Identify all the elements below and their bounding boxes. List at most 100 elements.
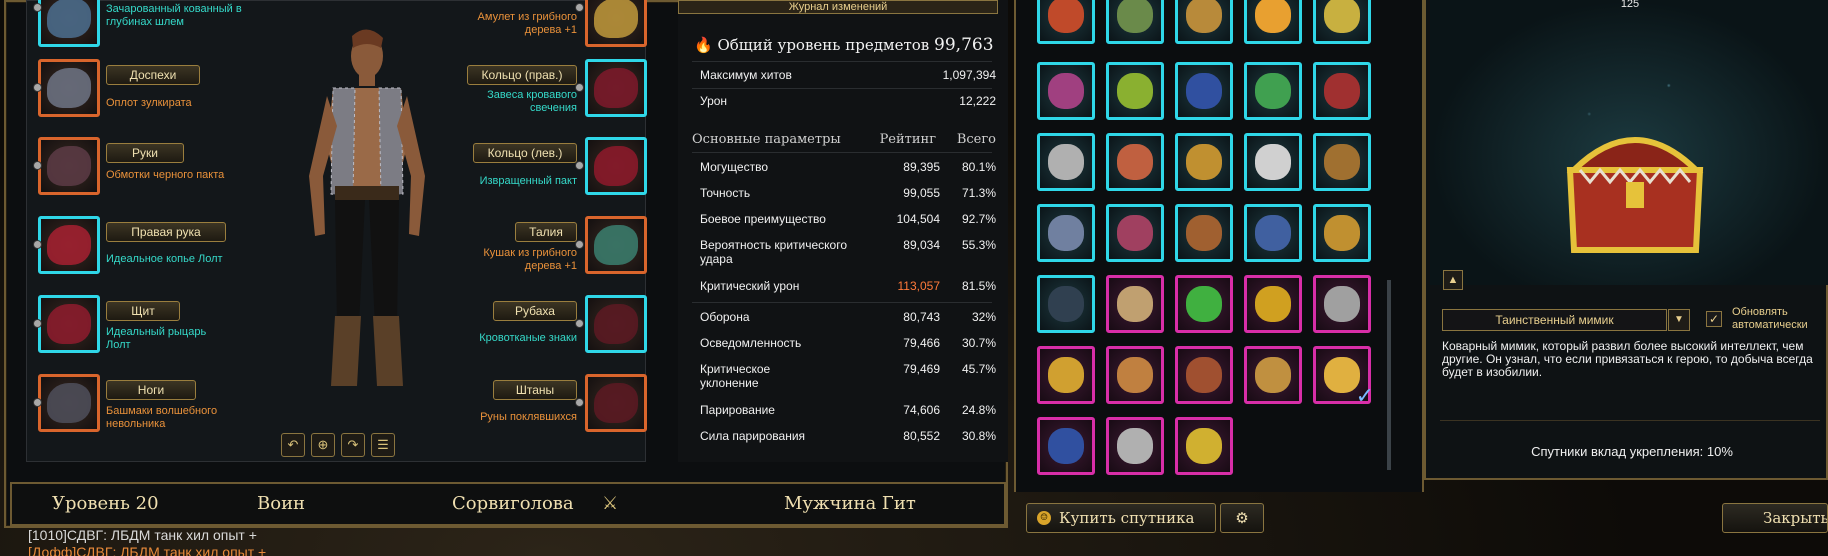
companion-slot[interactable]: [1037, 417, 1095, 475]
companion-slot[interactable]: [1313, 204, 1371, 262]
equip-slot-main-hand[interactable]: [38, 216, 100, 274]
item-name-waist: Кушак из грибного дерева +1: [483, 247, 577, 272]
companion-portrait: [1186, 73, 1222, 109]
companion-slot[interactable]: [1244, 62, 1302, 120]
companion-portrait: [1048, 144, 1084, 180]
zoom-button[interactable]: ⊕: [311, 433, 335, 457]
equip-slot-shirt[interactable]: [585, 295, 647, 353]
companion-scrollbar[interactable]: [1387, 280, 1391, 470]
equip-slot-waist[interactable]: [585, 216, 647, 274]
stat-row: Критический урон 113,057 81.5%: [700, 279, 996, 301]
upgrade-arrow-icon[interactable]: ▲: [1443, 270, 1463, 290]
companion-slot[interactable]: ✓: [1313, 346, 1374, 408]
companion-slot[interactable]: [1037, 204, 1095, 262]
chevron-down-icon[interactable]: ▼: [1668, 309, 1690, 331]
character-level: Уровень 20: [52, 493, 159, 514]
close-label: Закрыть: [1763, 509, 1828, 527]
companion-slot[interactable]: [1037, 346, 1095, 404]
companion-slot[interactable]: [1313, 62, 1371, 120]
companion-portrait: [1048, 428, 1084, 464]
equip-slot-head[interactable]: [38, 0, 100, 47]
companion-slot[interactable]: [1106, 204, 1164, 262]
stat-rating: 79,466: [903, 336, 940, 350]
rotate-left-button[interactable]: ↶: [281, 433, 305, 457]
item-name-hands: Обмотки черного пакта: [106, 169, 225, 181]
companion-portrait: [1324, 73, 1360, 109]
companion-slot[interactable]: [1244, 275, 1302, 333]
stats-header-total: Всего: [956, 132, 996, 147]
companion-slot[interactable]: [1313, 275, 1371, 333]
divider: [692, 88, 992, 89]
companion-portrait: [1186, 357, 1222, 393]
changelog-button[interactable]: Журнал изменений: [678, 0, 998, 14]
stat-percent: 24.8%: [961, 403, 996, 417]
companion-slot[interactable]: [1244, 133, 1302, 191]
coin-icon: ☺: [1037, 511, 1051, 525]
companion-slot[interactable]: [1313, 0, 1371, 44]
companion-slot[interactable]: [1175, 275, 1233, 333]
auto-update-checkbox[interactable]: ✓: [1706, 311, 1722, 327]
companion-slot[interactable]: [1175, 133, 1233, 191]
equip-slot-ring-left[interactable]: [585, 137, 647, 195]
slot-pin: [33, 161, 42, 170]
stat-rating: 89,395: [903, 160, 940, 174]
companion-slot[interactable]: [1106, 133, 1164, 191]
companion-bonus: Спутники вклад укрепления: 10%: [1531, 444, 1733, 459]
equip-slot-pants[interactable]: [585, 374, 647, 432]
companion-slot[interactable]: [1037, 0, 1095, 44]
companion-slot[interactable]: [1244, 204, 1302, 262]
companion-slot[interactable]: [1037, 275, 1095, 333]
slot-label-pants: Штаны: [493, 380, 577, 400]
companion-slot[interactable]: [1175, 0, 1233, 44]
companion-slot[interactable]: [1175, 204, 1233, 262]
rotate-right-button[interactable]: ↷: [341, 433, 365, 457]
companion-slot[interactable]: [1313, 133, 1371, 191]
companion-slot[interactable]: [1175, 417, 1233, 475]
companion-slot[interactable]: [1106, 0, 1164, 44]
stat-row: Могущество 89,395 80.1%: [700, 160, 996, 182]
companion-slot[interactable]: [1106, 275, 1164, 333]
stat-damage: Урон 12,222: [700, 94, 996, 116]
stat-rating: 99,055: [903, 186, 940, 200]
chat-line: [Дофф]СДВГ: ЛБДМ танк хил опыт +: [28, 544, 267, 556]
stat-name: Могущество: [700, 160, 769, 174]
companion-description: Коварный мимик, который развил более выс…: [1442, 339, 1813, 379]
stat-name: Критический урон: [700, 279, 800, 293]
companion-settings-button[interactable]: ⚙: [1220, 503, 1264, 533]
companion-slot[interactable]: [1106, 417, 1164, 475]
companion-slot[interactable]: [1244, 346, 1302, 404]
equip-slot-neck[interactable]: [585, 0, 647, 47]
menu-button[interactable]: ☰: [371, 433, 395, 457]
stat-row: Точность 99,055 71.3%: [700, 186, 996, 208]
buy-companion-button[interactable]: ☺ Купить спутника: [1026, 503, 1216, 533]
stat-rating: 89,034: [903, 238, 940, 252]
stat-name: Точность: [700, 186, 751, 200]
character-paragon: Сорвиголова: [452, 493, 574, 514]
companion-slot[interactable]: [1244, 0, 1302, 44]
equip-slot-shield[interactable]: [38, 295, 100, 353]
item-name-head: Зачарованный кованный в глубинах шлем: [106, 3, 242, 28]
equip-slot-hands[interactable]: [38, 137, 100, 195]
companion-name-dropdown[interactable]: Таинственный мимик: [1442, 309, 1667, 331]
item-level-label: Общий уровень предметов: [717, 36, 930, 54]
buy-companion-label: Купить спутника: [1059, 509, 1195, 527]
stats-header-rating: Рейтинг: [879, 132, 936, 147]
close-button[interactable]: Закрыть: [1722, 503, 1828, 533]
stat-percent: 55.3%: [961, 238, 996, 252]
companion-slot[interactable]: [1106, 346, 1164, 404]
companion-slot[interactable]: [1175, 346, 1233, 404]
companion-slot[interactable]: [1037, 133, 1095, 191]
companion-slot[interactable]: [1175, 62, 1233, 120]
companion-portrait: [1255, 357, 1291, 393]
companion-slot[interactable]: [1106, 62, 1164, 120]
item-name-neck: Амулет из грибного дерева +1: [477, 11, 577, 36]
equip-slot-ring-right[interactable]: [585, 59, 647, 117]
companion-portrait: [1117, 144, 1153, 180]
settings-icon: ⚙: [1235, 509, 1249, 527]
stat-name: Максимум хитов: [700, 68, 792, 82]
item-name-ring-left: Извращенный пакт: [479, 175, 577, 187]
equip-slot-feet[interactable]: [38, 374, 100, 432]
companion-slot[interactable]: [1037, 62, 1095, 120]
equip-slot-armor[interactable]: [38, 59, 100, 117]
stat-row: Вероятность критического удара 89,034 55.3…: [700, 238, 996, 270]
